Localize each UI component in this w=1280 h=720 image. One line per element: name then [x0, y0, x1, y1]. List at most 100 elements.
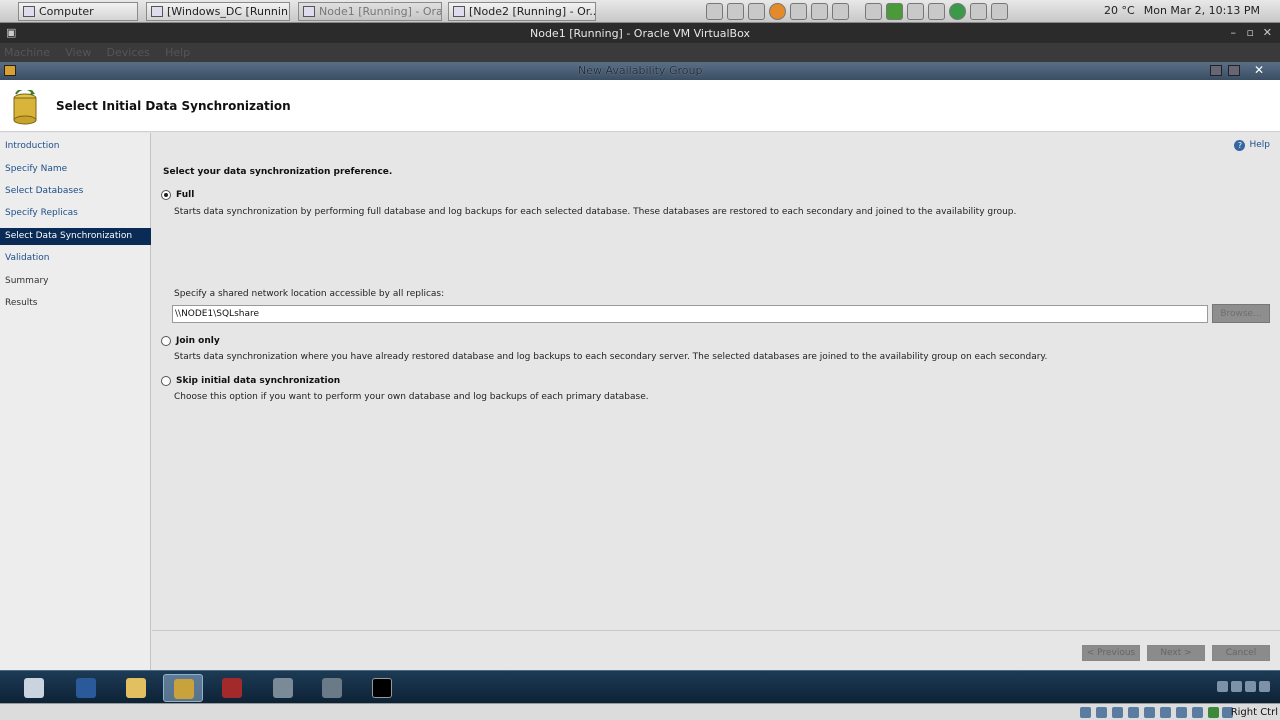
nav-validation[interactable]: Validation	[0, 250, 151, 267]
wizard-titlebar: New Availability Group ✕	[0, 62, 1280, 80]
flag-icon[interactable]	[1217, 681, 1228, 692]
nav-select-databases[interactable]: Select Databases	[0, 183, 151, 200]
host-tray	[706, 3, 1008, 20]
cmd-button[interactable]	[362, 674, 402, 702]
minimize-icon[interactable]	[1210, 65, 1222, 76]
host-taskbar: Computer [Windows_DC [Runnin... Node1 [R…	[0, 0, 1280, 23]
nav-select-data-synchronization[interactable]: Select Data Synchronization	[0, 228, 151, 245]
app-button[interactable]	[312, 674, 352, 702]
network-icon[interactable]	[991, 3, 1008, 20]
display-icon[interactable]	[1176, 707, 1187, 718]
powershell-button[interactable]	[66, 674, 106, 702]
radio-skip[interactable]	[161, 376, 171, 386]
minimize-icon[interactable]: –	[1231, 26, 1237, 39]
host-tab-computer[interactable]: Computer	[18, 2, 138, 21]
vbox-menubar: Machine View Devices Help	[0, 43, 1280, 62]
browse-button[interactable]: Browse...	[1212, 304, 1270, 323]
close-icon[interactable]: ✕	[1254, 63, 1264, 77]
tools-icon[interactable]	[907, 3, 924, 20]
close-icon[interactable]: ✕	[1263, 26, 1272, 39]
command-prompt-icon	[372, 678, 392, 698]
help-icon: ?	[1234, 140, 1246, 151]
sql-wizard-taskbar-button[interactable]	[163, 674, 203, 702]
radio-full[interactable]	[161, 190, 171, 200]
computer-icon	[23, 6, 35, 17]
maximize-icon[interactable]: ▫	[1247, 26, 1254, 39]
option-full-description: Starts data synchronization by performin…	[174, 207, 1017, 217]
app-icon[interactable]	[928, 3, 945, 20]
app-icon[interactable]	[706, 3, 723, 20]
folder-icon	[126, 678, 146, 698]
audio-icon[interactable]	[1112, 707, 1123, 718]
app-icon[interactable]	[727, 3, 744, 20]
app-icon[interactable]	[865, 3, 882, 20]
app-button[interactable]	[212, 674, 252, 702]
window-icon	[151, 6, 163, 17]
keyboard-icon[interactable]	[1208, 707, 1219, 718]
option-full-label[interactable]: Full	[176, 190, 194, 200]
help-link[interactable]: ? Help	[1234, 140, 1270, 151]
host-key-label: Right Ctrl	[1230, 707, 1278, 718]
capture-icon[interactable]	[1192, 707, 1203, 718]
nav-introduction[interactable]: Introduction	[0, 138, 151, 155]
wizard-header: Select Initial Data Synchronization	[0, 80, 1280, 132]
app-button[interactable]	[263, 674, 303, 702]
usb-icon[interactable]	[1144, 707, 1155, 718]
sync-prompt: Select your data synchronization prefere…	[163, 167, 393, 177]
window-icon	[453, 6, 465, 17]
weather-temperature: 20 °C	[1104, 4, 1135, 17]
host-tab-node1[interactable]: Node1 [Running] - Ora	[298, 2, 442, 21]
host-clock: Mon Mar 2, 10:13 PM	[1143, 4, 1260, 17]
guest-taskbar	[0, 670, 1280, 703]
host-tab-node2[interactable]: [Node2 [Running] - Or...	[448, 2, 596, 21]
option-skip-label[interactable]: Skip initial data synchronization	[176, 376, 340, 386]
nav-summary: Summary	[5, 276, 49, 286]
menu-machine[interactable]: Machine	[4, 46, 50, 59]
nav-specify-replicas[interactable]: Specify Replicas	[0, 205, 151, 222]
footer-divider	[152, 630, 1280, 631]
optical-drive-icon[interactable]	[1096, 707, 1107, 718]
page-title: Select Initial Data Synchronization	[56, 99, 291, 113]
tools-icon	[322, 678, 342, 698]
menu-view[interactable]: View	[65, 46, 91, 59]
toolbox-icon	[222, 678, 242, 698]
powershell-icon	[76, 678, 96, 698]
nav-specify-name[interactable]: Specify Name	[0, 161, 151, 178]
app-icon[interactable]	[1245, 681, 1256, 692]
app-icon[interactable]	[790, 3, 807, 20]
next-button[interactable]: Next >	[1147, 645, 1205, 661]
network-icon[interactable]	[1128, 707, 1139, 718]
app-icon[interactable]	[832, 3, 849, 20]
database-icon	[13, 90, 37, 125]
explorer-button[interactable]	[116, 674, 156, 702]
host-tab-windows-dc[interactable]: [Windows_DC [Runnin...	[146, 2, 290, 21]
network-icon[interactable]	[1231, 681, 1242, 692]
option-join-only-label[interactable]: Join only	[176, 336, 220, 346]
hdd-icon[interactable]	[1080, 707, 1091, 718]
share-path-input[interactable]	[172, 305, 1208, 323]
camera-icon[interactable]	[811, 3, 828, 20]
server-manager-icon	[24, 678, 44, 698]
share-location-label: Specify a shared network location access…	[174, 289, 445, 299]
maximize-icon[interactable]	[1228, 65, 1240, 76]
radio-join-only[interactable]	[161, 336, 171, 346]
volume-icon[interactable]	[1259, 681, 1270, 692]
shared-folder-icon[interactable]	[1160, 707, 1171, 718]
firefox-icon[interactable]	[769, 3, 786, 20]
app-icon[interactable]	[886, 3, 903, 20]
wizard-window-title: New Availability Group	[578, 64, 703, 77]
server-manager-button[interactable]	[14, 674, 54, 702]
check-icon[interactable]	[949, 3, 966, 20]
previous-button[interactable]: < Previous	[1082, 645, 1140, 661]
cancel-button[interactable]: Cancel	[1212, 645, 1270, 661]
wizard-steps-nav: Introduction Specify Name Select Databas…	[0, 133, 151, 670]
menu-help[interactable]: Help	[165, 46, 190, 59]
guest-screen: New Availability Group ✕ Select Initial …	[0, 62, 1280, 670]
vbox-titlebar: Node1 [Running] - Oracle VM VirtualBox ▣…	[0, 23, 1280, 43]
volume-icon[interactable]	[970, 3, 987, 20]
window-icon	[303, 6, 315, 17]
vbox-app-icon: ▣	[6, 26, 17, 39]
menu-devices[interactable]: Devices	[107, 46, 150, 59]
wizard-content: ? Help Select your data synchronization p…	[152, 133, 1280, 670]
app-icon[interactable]	[748, 3, 765, 20]
